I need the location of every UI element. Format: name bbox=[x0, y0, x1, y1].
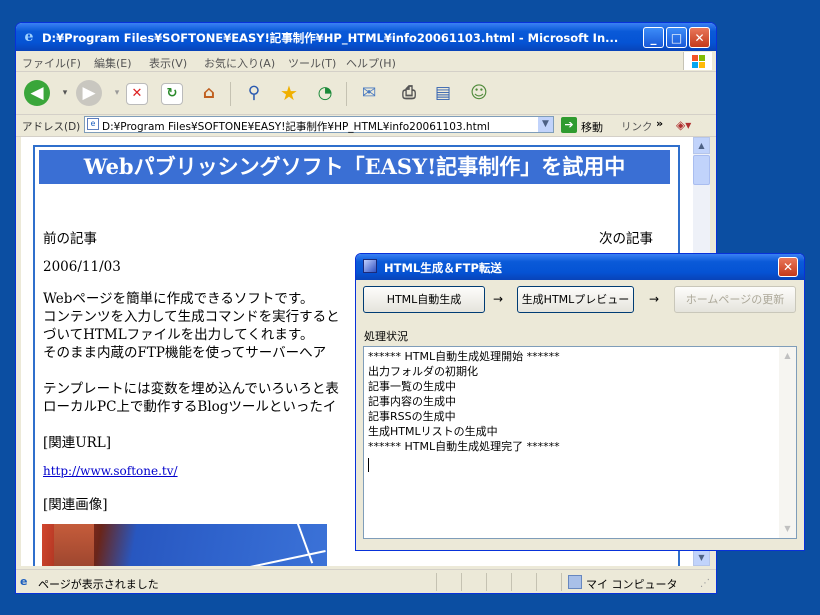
related-image-label: [関連画像] bbox=[43, 497, 108, 513]
toolbar-separator bbox=[230, 82, 231, 106]
browser-titlebar[interactable]: e D:¥Program Files¥SOFTONE¥EASY!記事制作¥HP_… bbox=[16, 23, 716, 51]
address-label: アドレス(D) bbox=[22, 121, 81, 133]
address-input[interactable]: e D:¥Program Files¥SOFTONE¥EASY!記事制作¥HP_… bbox=[84, 116, 554, 133]
menu-bar: ファイル(F) 編集(E) 表示(V) お気に入り(A) ツール(T) ヘルプ(… bbox=[16, 51, 716, 72]
log-scroll-down-icon[interactable]: ▼ bbox=[780, 521, 795, 536]
go-button[interactable]: 移動 bbox=[581, 119, 603, 135]
address-dropdown-icon[interactable]: ▼ bbox=[537, 117, 553, 132]
edit-icon[interactable]: ▤ bbox=[430, 80, 456, 106]
log-line: 記事RSSの生成中 bbox=[368, 410, 456, 423]
menu-view[interactable]: 表示(V) bbox=[149, 55, 187, 71]
next-article-link[interactable]: 次の記事 bbox=[599, 227, 653, 247]
translate-icon[interactable]: ◈▾ bbox=[676, 118, 691, 132]
log-line: ****** HTML自動生成処理開始 ****** bbox=[368, 350, 560, 363]
status-label: 処理状況 bbox=[364, 330, 408, 343]
menu-edit[interactable]: 編集(E) bbox=[94, 55, 132, 71]
preview-button[interactable]: 生成HTMLプレビュー bbox=[517, 286, 634, 313]
html-generate-button[interactable]: HTML自動生成 bbox=[363, 286, 485, 313]
favorites-star-icon[interactable]: ★ bbox=[276, 80, 302, 106]
print-icon[interactable]: ⎙ bbox=[396, 80, 422, 106]
log-line: 記事内容の生成中 bbox=[368, 395, 456, 408]
minimize-button[interactable]: _ bbox=[643, 27, 664, 48]
page-done-icon: e bbox=[20, 575, 28, 588]
address-bar: アドレス(D) e D:¥Program Files¥SOFTONE¥EASY!… bbox=[16, 114, 716, 137]
body-line: Webページを簡単に作成できるソフトです。 bbox=[43, 291, 314, 307]
zone-text: マイ コンピュータ bbox=[586, 578, 678, 591]
body-line: づいてHTMLファイルを出力してくれます。 bbox=[43, 327, 314, 343]
log-scrollbar[interactable]: ▲ ▼ bbox=[779, 347, 796, 538]
menu-help[interactable]: ヘルプ(H) bbox=[346, 55, 396, 71]
history-icon[interactable]: ◔ bbox=[312, 80, 338, 106]
mail-icon[interactable]: ✉ bbox=[356, 80, 382, 106]
close-button[interactable]: ✕ bbox=[689, 27, 710, 48]
back-dropdown-icon[interactable]: ▾ bbox=[52, 80, 78, 106]
refresh-icon[interactable]: ↻ bbox=[161, 83, 183, 105]
menu-file[interactable]: ファイル(F) bbox=[22, 55, 81, 71]
dialog-title: HTML生成＆FTP転送 bbox=[384, 261, 502, 275]
step-arrow: → bbox=[649, 292, 660, 306]
related-url-label: [関連URL] bbox=[43, 435, 112, 451]
links-button[interactable]: リンク bbox=[621, 119, 653, 134]
go-arrow-icon[interactable]: ➔ bbox=[561, 117, 577, 133]
log-line: ****** HTML自動生成処理完了 ****** bbox=[368, 440, 560, 453]
chevron-icon[interactable]: » bbox=[656, 117, 663, 130]
log-line: 生成HTMLリストの生成中 bbox=[368, 425, 498, 438]
related-url-link[interactable]: http://www.softone.tv/ bbox=[43, 464, 178, 478]
body-line: そのまま内蔵のFTP機能を使ってサーバーへア bbox=[43, 345, 327, 361]
ie-logo-icon: e bbox=[24, 29, 34, 45]
menu-tools[interactable]: ツール(T) bbox=[288, 55, 336, 71]
status-text: ページが表示されました bbox=[38, 578, 159, 591]
back-icon[interactable]: ◀ bbox=[24, 80, 50, 106]
log-textarea[interactable]: ****** HTML自動生成処理開始 ****** 出力フォルダの初期化 記事… bbox=[363, 346, 797, 539]
body-line: コンテンツを入力して生成コマンドを実行すると bbox=[43, 309, 340, 325]
stop-icon[interactable]: ✕ bbox=[126, 83, 148, 105]
computer-zone-icon bbox=[568, 575, 582, 589]
body-line: テンプレートには変数を埋め込んでいろいろと表 bbox=[43, 381, 339, 397]
address-text: D:¥Program Files¥SOFTONE¥EASY!記事制作¥HP_HT… bbox=[102, 121, 490, 133]
status-bar: e ページが表示されました マイ コンピュータ ⋰ bbox=[16, 569, 716, 593]
scroll-up-icon[interactable]: ▲ bbox=[693, 137, 710, 154]
text-caret bbox=[368, 458, 369, 472]
step-arrow: → bbox=[493, 292, 504, 306]
home-icon[interactable]: ⌂ bbox=[196, 80, 222, 106]
browser-title: D:¥Program Files¥SOFTONE¥EASY!記事制作¥HP_HT… bbox=[42, 31, 619, 45]
maximize-button[interactable]: □ bbox=[666, 27, 687, 48]
app-cube-icon bbox=[363, 259, 377, 273]
page-header: Webパブリッシングソフト「EASY!記事制作」を試用中 bbox=[39, 150, 670, 184]
scroll-down-icon[interactable]: ▼ bbox=[693, 549, 710, 566]
related-photo bbox=[42, 506, 327, 566]
resize-grip-icon[interactable]: ⋰ bbox=[700, 578, 710, 589]
search-icon[interactable]: ⚲ bbox=[241, 80, 267, 106]
article-date: 2006/11/03 bbox=[43, 259, 121, 275]
menu-favorites[interactable]: お気に入り(A) bbox=[204, 55, 275, 71]
update-homepage-button[interactable]: ホームページの更新 bbox=[674, 286, 796, 313]
html-ftp-dialog: HTML生成＆FTP転送 ✕ HTML自動生成 → 生成HTMLプレビュー → … bbox=[355, 253, 805, 551]
toolbar-separator bbox=[346, 82, 347, 106]
body-line: ローカルPC上で動作するBlogツールといったイ bbox=[43, 399, 337, 415]
page-icon: e bbox=[87, 118, 99, 130]
toolbar: ◀ ▾ ▶ ▾ ✕ ↻ ⌂ ⚲ ★ ◔ ✉ ⎙ ▤ ☺ bbox=[16, 72, 716, 115]
windows-logo-icon bbox=[683, 52, 712, 70]
log-scroll-up-icon[interactable]: ▲ bbox=[780, 348, 795, 363]
dialog-titlebar[interactable]: HTML生成＆FTP転送 ✕ bbox=[356, 254, 804, 280]
dialog-close-button[interactable]: ✕ bbox=[778, 257, 798, 277]
log-line: 出力フォルダの初期化 bbox=[368, 365, 478, 378]
prev-article-link[interactable]: 前の記事 bbox=[43, 227, 97, 247]
messenger-icon[interactable]: ☺ bbox=[466, 80, 492, 106]
log-line: 記事一覧の生成中 bbox=[368, 380, 456, 393]
forward-icon[interactable]: ▶ bbox=[76, 80, 102, 106]
scroll-thumb[interactable] bbox=[693, 155, 710, 185]
